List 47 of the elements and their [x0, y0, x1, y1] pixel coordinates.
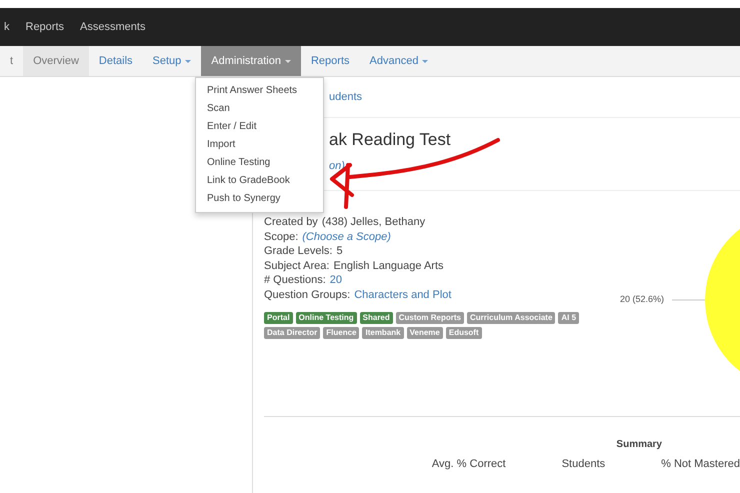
- tag-label: Data Director: [264, 327, 320, 339]
- detail-label: Grade Levels:: [264, 246, 332, 257]
- detail-value[interactable]: 20: [330, 275, 342, 286]
- tab[interactable]: t: [0, 46, 24, 76]
- tag-label: Custom Reports: [396, 312, 464, 324]
- detail-label: Scope:: [264, 232, 298, 242]
- tab[interactable]: Setup: [142, 46, 202, 76]
- top-nav-link[interactable]: Assessments: [80, 21, 146, 33]
- tab[interactable]: Reports: [300, 46, 360, 76]
- detail-value: (438) Jelles, Bethany: [322, 217, 426, 228]
- menu-item[interactable]: Import: [196, 136, 323, 154]
- detail-value[interactable]: (Choose a Scope): [302, 232, 391, 242]
- menu-item[interactable]: Print Answer Sheets: [196, 82, 323, 100]
- tab[interactable]: Overview: [23, 46, 89, 76]
- detail-label: # Questions:: [264, 275, 326, 286]
- detail-value[interactable]: Characters and Plot: [354, 290, 452, 300]
- leader-line: [672, 299, 706, 301]
- detail-value: 5: [336, 246, 343, 257]
- tag-label: Fluence: [323, 327, 360, 339]
- column-header: Students: [562, 458, 606, 470]
- tag-label: Portal: [264, 312, 293, 324]
- tag-label: Itembank: [362, 327, 404, 339]
- tag-label: Shared: [360, 312, 393, 324]
- column-header: Avg. % Correct: [432, 458, 506, 470]
- top-nav-link[interactable]: k: [4, 21, 10, 33]
- tag-label: Online Testing: [296, 312, 357, 324]
- tab[interactable]: Administration: [201, 46, 301, 76]
- detail-label: Question Groups:: [264, 290, 350, 300]
- detail-value: English Language Arts: [333, 260, 444, 272]
- menu-item[interactable]: Enter / Edit: [196, 118, 323, 136]
- pie-slice-label: 20 (52.6%): [620, 294, 664, 304]
- tab[interactable]: Details: [88, 46, 143, 76]
- column-header: % Not Mastered: [661, 458, 740, 470]
- top-nav-link[interactable]: Reports: [26, 21, 64, 33]
- menu-item[interactable]: Scan: [196, 100, 323, 118]
- tag-label: Veneme: [406, 327, 443, 339]
- detail-label: Subject Area:: [264, 260, 330, 272]
- menu-item[interactable]: Online Testing: [196, 154, 323, 172]
- menu-item[interactable]: Link to GradeBook: [196, 172, 323, 190]
- menu-item[interactable]: Push to Synergy: [196, 190, 323, 208]
- detail-label: Created by: [264, 217, 318, 228]
- summary-heading: Summary: [615, 439, 663, 450]
- tag-label: AI 5: [558, 312, 580, 324]
- tag-label: Curriculum Associate: [467, 312, 556, 324]
- test-title: ak Reading Test: [328, 130, 452, 150]
- tab[interactable]: Advanced: [360, 46, 438, 76]
- tag-label: Edusoft: [446, 327, 482, 339]
